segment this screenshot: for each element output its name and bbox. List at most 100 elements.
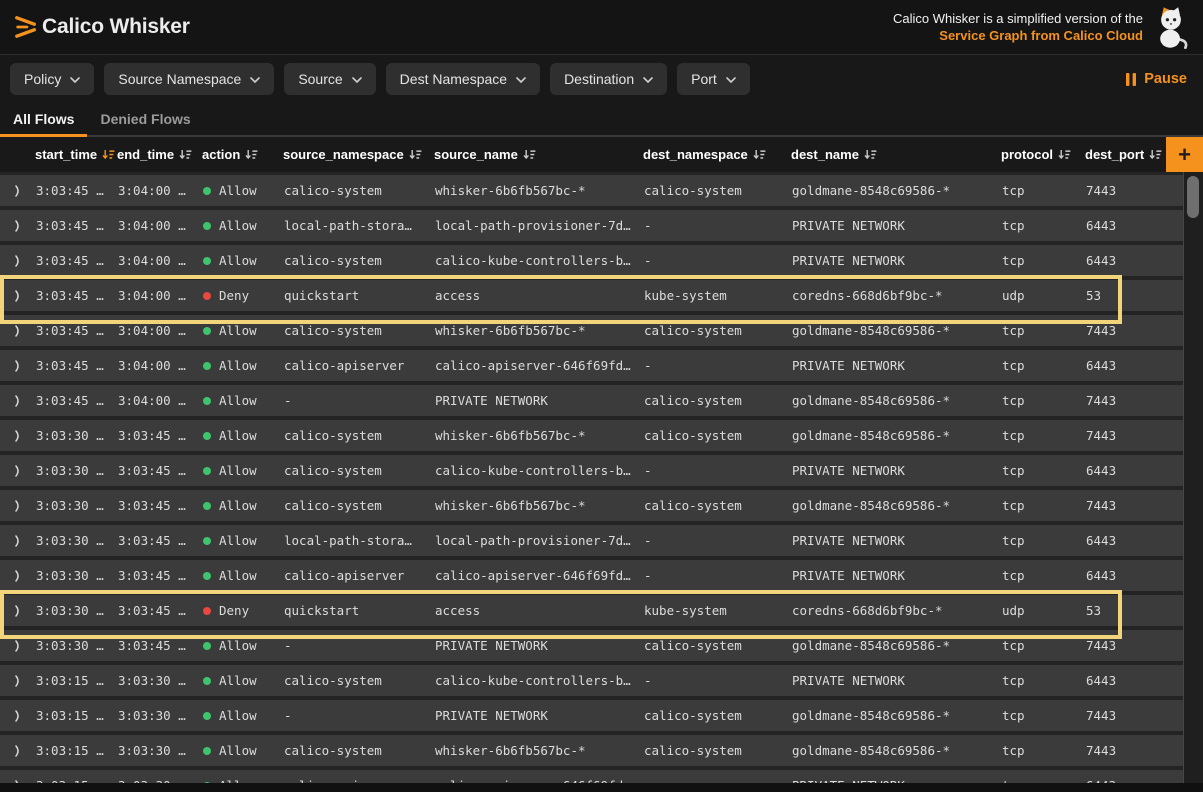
- flow-row[interactable]: 3:03:30 … 3:03:45 … Deny quickstart acce…: [0, 595, 1183, 626]
- sort-icon[interactable]: [1058, 149, 1071, 161]
- cell-dest-port: 7443: [1080, 708, 1166, 723]
- sort-icon[interactable]: [753, 149, 766, 161]
- filter-bar: Policy Source Namespace Source Dest Name…: [0, 55, 1203, 103]
- cell-action: Deny: [197, 603, 278, 618]
- action-status-dot: [203, 467, 211, 475]
- column-header-protocol[interactable]: protocol: [996, 147, 1080, 162]
- expand-chevron-icon[interactable]: [0, 255, 30, 267]
- flow-row[interactable]: 3:03:30 … 3:03:45 … Allow calico-system …: [0, 490, 1183, 521]
- column-header-source-namespace[interactable]: source_namespace: [278, 147, 429, 162]
- flow-row[interactable]: 3:03:15 … 3:03:30 … Allow calico-system …: [0, 665, 1183, 696]
- calico-cat-mascot-icon: [1153, 5, 1189, 49]
- filter-button-policy[interactable]: Policy: [10, 63, 94, 95]
- tagline: Calico Whisker is a simplified version o…: [893, 5, 1189, 49]
- sort-icon[interactable]: [1149, 149, 1162, 161]
- flow-row[interactable]: 3:03:30 … 3:03:45 … Allow calico-system …: [0, 420, 1183, 451]
- expand-chevron-icon[interactable]: [0, 290, 30, 302]
- expand-chevron-icon[interactable]: [0, 570, 30, 582]
- flow-row[interactable]: 3:03:45 … 3:04:00 … Allow calico-apiserv…: [0, 350, 1183, 381]
- filter-button-source[interactable]: Source: [284, 63, 375, 95]
- action-label: Allow: [219, 638, 257, 653]
- cell-dest-name: goldmane-8548c69586-*: [786, 498, 996, 513]
- flow-row[interactable]: 3:03:15 … 3:03:30 … Allow calico-apiserv…: [0, 770, 1183, 783]
- column-header-dest-namespace[interactable]: dest_namespace: [638, 147, 786, 162]
- expand-chevron-icon[interactable]: [0, 605, 30, 617]
- cell-action: Deny: [197, 288, 278, 303]
- cell-dest-namespace: calico-system: [638, 638, 786, 653]
- cell-start-time: 3:03:15 …: [30, 743, 112, 758]
- flow-row[interactable]: 3:03:30 … 3:03:45 … Allow calico-system …: [0, 455, 1183, 486]
- expand-chevron-icon[interactable]: [0, 325, 30, 337]
- add-column-button[interactable]: +: [1166, 137, 1203, 172]
- column-header-action[interactable]: action: [197, 147, 278, 162]
- expand-chevron-icon[interactable]: [0, 535, 30, 547]
- filter-button-destination[interactable]: Destination: [550, 63, 667, 95]
- flow-row[interactable]: 3:03:45 … 3:04:00 … Allow calico-system …: [0, 175, 1183, 206]
- flow-row[interactable]: 3:03:30 … 3:03:45 … Allow calico-apiserv…: [0, 560, 1183, 591]
- expand-chevron-icon[interactable]: [0, 465, 30, 477]
- cell-source-namespace: local-path-stora…: [278, 533, 429, 548]
- cell-source-namespace: calico-system: [278, 673, 429, 688]
- cell-dest-name: goldmane-8548c69586-*: [786, 428, 996, 443]
- cell-source-namespace: calico-system: [278, 253, 429, 268]
- cell-dest-name: goldmane-8548c69586-*: [786, 708, 996, 723]
- flow-row[interactable]: 3:03:45 … 3:04:00 … Allow calico-system …: [0, 315, 1183, 346]
- calico-whisker-logo-icon: [14, 13, 38, 41]
- filter-button-dest-namespace[interactable]: Dest Namespace: [386, 63, 540, 95]
- action-label: Allow: [219, 393, 257, 408]
- brand: Calico Whisker: [14, 13, 190, 41]
- cell-source-name: whisker-6b6fb567bc-*: [429, 743, 638, 758]
- cell-action: Allow: [197, 358, 278, 373]
- expand-chevron-icon[interactable]: [0, 185, 30, 197]
- sort-icon[interactable]: [179, 149, 192, 161]
- cell-action: Allow: [197, 638, 278, 653]
- scrollbar-thumb[interactable]: [1187, 176, 1199, 218]
- expand-chevron-icon[interactable]: [0, 220, 30, 232]
- cell-action: Allow: [197, 673, 278, 688]
- cell-end-time: 3:04:00 …: [112, 183, 197, 198]
- cell-dest-namespace: kube-system: [638, 603, 786, 618]
- sort-icon[interactable]: [523, 149, 536, 161]
- cell-protocol: udp: [996, 288, 1080, 303]
- expand-chevron-icon[interactable]: [0, 430, 30, 442]
- flow-row[interactable]: 3:03:15 … 3:03:30 … Allow - PRIVATE NETW…: [0, 700, 1183, 731]
- flow-row[interactable]: 3:03:45 … 3:04:00 … Deny quickstart acce…: [0, 280, 1183, 311]
- cell-start-time: 3:03:30 …: [30, 638, 112, 653]
- filter-button-port[interactable]: Port: [677, 63, 750, 95]
- tab-all-flows[interactable]: All Flows: [0, 103, 87, 137]
- cell-dest-namespace: -: [638, 533, 786, 548]
- cell-protocol: tcp: [996, 253, 1080, 268]
- sort-icon[interactable]: [409, 149, 422, 161]
- expand-chevron-icon[interactable]: [0, 360, 30, 372]
- action-label: Allow: [219, 218, 257, 233]
- flow-row[interactable]: 3:03:30 … 3:03:45 … Allow local-path-sto…: [0, 525, 1183, 556]
- tab-bar: All FlowsDenied Flows: [0, 103, 1203, 137]
- filter-button-label: Dest Namespace: [400, 71, 507, 87]
- pause-button[interactable]: Pause: [1126, 71, 1187, 87]
- column-header-start-time[interactable]: start_time: [30, 147, 112, 162]
- service-graph-link[interactable]: Service Graph from Calico Cloud: [893, 27, 1143, 44]
- expand-chevron-icon[interactable]: [0, 710, 30, 722]
- vertical-scrollbar[interactable]: [1183, 172, 1203, 783]
- tab-denied-flows[interactable]: Denied Flows: [87, 103, 203, 137]
- expand-chevron-icon[interactable]: [0, 640, 30, 652]
- flow-row[interactable]: 3:03:45 … 3:04:00 … Allow calico-system …: [0, 245, 1183, 276]
- column-header-dest-name[interactable]: dest_name: [786, 147, 996, 162]
- filter-button-source-namespace[interactable]: Source Namespace: [104, 63, 274, 95]
- expand-chevron-icon[interactable]: [0, 395, 30, 407]
- sort-icon[interactable]: [245, 149, 258, 161]
- sort-icon[interactable]: [864, 149, 877, 161]
- flow-row[interactable]: 3:03:15 … 3:03:30 … Allow calico-system …: [0, 735, 1183, 766]
- expand-chevron-icon[interactable]: [0, 675, 30, 687]
- cell-source-namespace: calico-system: [278, 323, 429, 338]
- expand-chevron-icon[interactable]: [0, 745, 30, 757]
- column-header-source-name[interactable]: source_name: [429, 147, 638, 162]
- flow-row[interactable]: 3:03:45 … 3:04:00 … Allow local-path-sto…: [0, 210, 1183, 241]
- column-header-end-time[interactable]: end_time: [112, 147, 197, 162]
- flow-row[interactable]: 3:03:45 … 3:04:00 … Allow - PRIVATE NETW…: [0, 385, 1183, 416]
- expand-chevron-icon[interactable]: [0, 500, 30, 512]
- cell-source-name: PRIVATE NETWORK: [429, 708, 638, 723]
- cell-start-time: 3:03:45 …: [30, 183, 112, 198]
- flow-row[interactable]: 3:03:30 … 3:03:45 … Allow - PRIVATE NETW…: [0, 630, 1183, 661]
- column-header-dest-port[interactable]: dest_port: [1080, 147, 1166, 162]
